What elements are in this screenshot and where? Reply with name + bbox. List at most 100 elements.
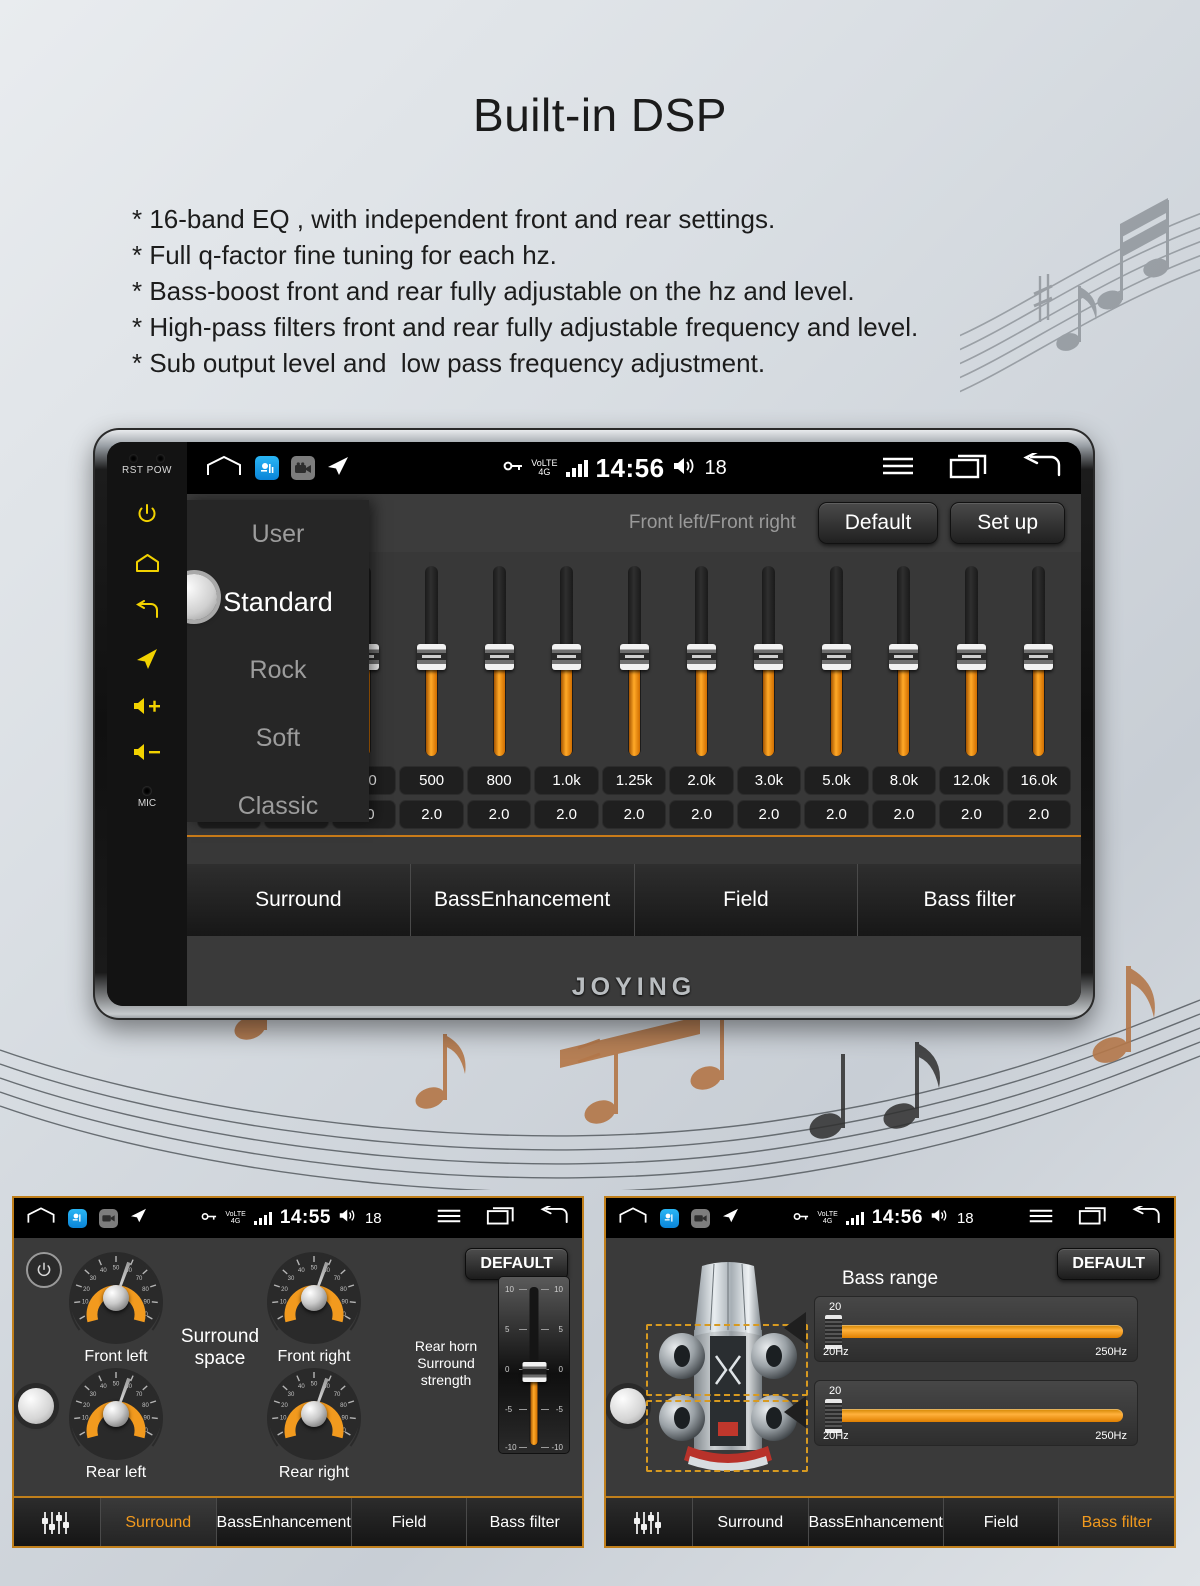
mode-tab[interactable]: Field	[635, 864, 859, 936]
preset-option-soft[interactable]: Soft	[187, 704, 369, 772]
eq-slider-thumb[interactable]	[552, 644, 582, 671]
mode-tab[interactable]: Bass Enhancement	[411, 864, 635, 936]
recents-icon[interactable]	[1078, 1206, 1108, 1230]
tab-equalizer-icon[interactable]	[606, 1498, 693, 1546]
eq-gain-chip[interactable]: 2.0	[939, 800, 1004, 829]
eq-frequency-chip[interactable]: 800	[466, 766, 532, 795]
music-app-icon[interactable]	[255, 456, 279, 480]
eq-slider-thumb[interactable]	[484, 644, 514, 671]
slider-thumb[interactable]	[825, 1399, 842, 1433]
home-icon[interactable]	[135, 552, 160, 574]
recents-icon[interactable]	[949, 453, 989, 484]
preset-option-rock[interactable]: Rock	[187, 636, 369, 704]
back-icon[interactable]	[135, 600, 160, 622]
eq-band-slider[interactable]	[1007, 566, 1071, 764]
home-icon[interactable]	[205, 454, 243, 483]
eq-slider-thumb[interactable]	[956, 644, 986, 671]
fader-thumb[interactable]	[522, 1361, 546, 1382]
navigation-icon[interactable]	[722, 1208, 739, 1228]
knob-dial[interactable]: 0 10 20 30 40 50 60 70 80 90 100	[62, 1252, 170, 1352]
navigation-icon[interactable]	[130, 1208, 147, 1228]
eq-frequency-chip[interactable]: 16.0k	[1006, 766, 1072, 795]
back-icon[interactable]	[540, 1204, 570, 1230]
eq-band-slider[interactable]	[467, 566, 531, 764]
eq-frequency-chip[interactable]: 2.0k	[669, 766, 734, 795]
eq-gain-chip[interactable]: 2.0	[669, 800, 734, 829]
bass-range-slider-front[interactable]: 20 20Hz 250Hz	[814, 1296, 1138, 1362]
slider-track[interactable]	[831, 1325, 1123, 1338]
recents-icon[interactable]	[486, 1206, 516, 1230]
eq-band-slider[interactable]	[939, 566, 1003, 764]
mode-tab[interactable]: Surround	[100, 1498, 217, 1546]
eq-band-slider[interactable]	[534, 566, 598, 764]
eq-band-slider[interactable]	[872, 566, 936, 764]
knob-rear-right[interactable]: 0 10 20 30 40 50 60 70 80 90 100 Rear right	[260, 1368, 368, 1482]
music-app-icon[interactable]	[68, 1208, 87, 1228]
mode-tab[interactable]: Bass filter	[467, 1498, 582, 1546]
preset-dropdown-menu[interactable]: UserStandardRockSoftClassicPop	[187, 500, 369, 822]
eq-slider-track[interactable]	[484, 566, 514, 756]
eq-gain-chip[interactable]: 2.0	[871, 800, 937, 829]
eq-gain-chip[interactable]: 2.0	[804, 800, 869, 829]
eq-band-slider[interactable]	[399, 566, 463, 764]
rotary-knob[interactable]	[18, 1388, 54, 1424]
mode-tab[interactable]: Bass filter	[1059, 1498, 1174, 1546]
volume-up-icon[interactable]	[133, 696, 161, 716]
menu-icon[interactable]	[436, 1207, 462, 1230]
eq-gain-chip[interactable]: 2.0	[466, 800, 532, 829]
eq-gain-chip[interactable]: 2.0	[534, 800, 599, 829]
mode-tab[interactable]: Surround	[187, 864, 411, 936]
eq-gain-chip[interactable]: 2.0	[399, 800, 464, 829]
slider-track[interactable]	[831, 1409, 1123, 1422]
eq-gain-chip[interactable]: 2.0	[601, 800, 667, 829]
eq-slider-track[interactable]	[552, 566, 582, 756]
eq-slider-thumb[interactable]	[619, 644, 649, 671]
eq-slider-thumb[interactable]	[821, 644, 851, 671]
eq-frequency-chip[interactable]: 1.0k	[534, 766, 599, 795]
mode-tab[interactable]: Bass filter	[858, 864, 1081, 936]
knob-dial[interactable]: 0 10 20 30 40 50 60 70 80 90 100	[260, 1252, 368, 1352]
volume-icon[interactable]	[339, 1208, 357, 1228]
eq-slider-track[interactable]	[956, 566, 986, 756]
eq-frequency-chip[interactable]: 3.0k	[736, 766, 802, 795]
navigation-icon[interactable]	[327, 456, 349, 481]
volume-icon[interactable]	[673, 456, 697, 481]
eq-slider-track[interactable]	[754, 566, 784, 756]
knob-front-right[interactable]: 0 10 20 30 40 50 60 70 80 90 100 Front right	[260, 1252, 368, 1366]
eq-band-slider[interactable]	[737, 566, 801, 764]
volume-icon[interactable]	[931, 1208, 949, 1228]
eq-slider-track[interactable]	[1024, 566, 1054, 756]
power-icon[interactable]	[26, 1252, 62, 1288]
eq-band-slider[interactable]	[602, 566, 666, 764]
eq-gain-chip[interactable]: 2.0	[736, 800, 802, 829]
eq-band-slider[interactable]	[804, 566, 868, 764]
mode-tab[interactable]: Field	[944, 1498, 1060, 1546]
setup-button[interactable]: Set up	[950, 502, 1065, 544]
eq-frequency-chip[interactable]: 5.0k	[804, 766, 869, 795]
eq-band-slider[interactable]	[669, 566, 733, 764]
eq-slider-thumb[interactable]	[417, 644, 447, 671]
mode-tab[interactable]: Bass Enhancement	[217, 1498, 352, 1546]
mode-tab-bar[interactable]: Surround Bass Enhancement Field Bass filter	[606, 1496, 1174, 1546]
eq-frequency-chip[interactable]: 8.0k	[871, 766, 937, 795]
back-icon[interactable]	[1023, 450, 1063, 484]
bass-range-slider-rear[interactable]: 20 20Hz 250Hz	[814, 1380, 1138, 1446]
back-icon[interactable]	[1132, 1204, 1162, 1230]
eq-slider-track[interactable]	[821, 566, 851, 756]
mode-tab[interactable]: Bass Enhancement	[809, 1498, 944, 1546]
knob-front-left[interactable]: 0 10 20 30 40 50 60 70 80 90 100 Front left	[62, 1252, 170, 1366]
mode-tab[interactable]: Field	[352, 1498, 468, 1546]
slider-thumb[interactable]	[825, 1315, 842, 1349]
eq-frequency-chip[interactable]: 500	[399, 766, 464, 795]
eq-slider-track[interactable]	[417, 566, 447, 756]
music-app-icon[interactable]	[660, 1208, 679, 1228]
eq-slider-track[interactable]	[687, 566, 717, 756]
knob-dial[interactable]: 0 10 20 30 40 50 60 70 80 90 100	[62, 1368, 170, 1468]
mode-tab[interactable]: Surround	[693, 1498, 809, 1546]
mode-tab-bar[interactable]: Surround Bass Enhancement Field Bass filter	[14, 1496, 582, 1546]
knob-rear-left[interactable]: 0 10 20 30 40 50 60 70 80 90 100 Rear left	[62, 1368, 170, 1482]
dvr-app-icon[interactable]	[99, 1208, 118, 1228]
power-icon[interactable]	[135, 502, 159, 526]
eq-slider-track[interactable]	[619, 566, 649, 756]
knob-dial[interactable]: 0 10 20 30 40 50 60 70 80 90 100	[260, 1368, 368, 1468]
